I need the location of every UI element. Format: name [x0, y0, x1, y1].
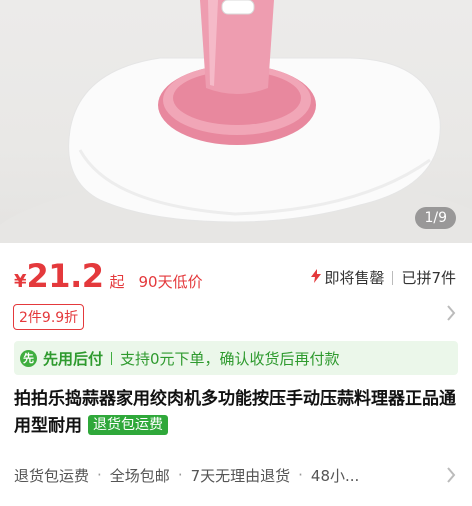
coupon-row[interactable]: 2件9.9折	[0, 301, 472, 335]
price-suffix: 起	[109, 273, 125, 291]
pay-later-label: 先用后付	[43, 349, 104, 368]
service-separator: ·	[97, 466, 102, 484]
sold-count: 已拼7件	[401, 269, 456, 287]
service-item: 48小...	[310, 466, 360, 485]
chevron-right-icon[interactable]	[446, 465, 456, 489]
product-title-text: 拍拍乐捣蒜器家用绞肉机多功能按压手动压蒜料理器正品通用型耐用	[14, 389, 456, 436]
service-separator: ·	[177, 466, 183, 484]
service-separator: ·	[298, 466, 303, 484]
low-price-label: 90天低价	[138, 273, 203, 291]
chevron-right-icon[interactable]	[446, 303, 456, 327]
service-item: 退货包运费	[14, 466, 90, 485]
pay-later-detail: 支持0元下单，确认收货后再付款	[120, 349, 340, 368]
bolt-icon	[311, 268, 322, 287]
divider	[392, 270, 394, 285]
product-image-gallery[interactable]: 1/9	[0, 0, 472, 243]
pay-later-icon: 先	[20, 349, 37, 367]
pay-later-banner[interactable]: 先 先用后付 支持0元下单，确认收货后再付款	[14, 341, 458, 375]
service-row[interactable]: 退货包运费 · 全场包邮 · 7天无理由退货 · 48小...	[14, 462, 458, 488]
divider	[111, 351, 113, 365]
price-section: ¥ 21.2 起 90天低价 即将售罄 已拼7件	[0, 243, 472, 301]
coupon-tag[interactable]: 2件9.9折	[13, 304, 85, 330]
price-display: ¥ 21.2 起 90天低价	[14, 257, 203, 295]
price-currency: ¥	[14, 271, 27, 292]
service-item: 7天无理由退货	[190, 466, 291, 485]
gallery-page-indicator: 1/9	[415, 207, 456, 229]
product-title: 拍拍乐捣蒜器家用绞肉机多功能按压手动压蒜料理器正品通用型耐用 退货包运费	[14, 386, 460, 440]
product-image	[0, 0, 472, 243]
return-badge: 退货包运费	[88, 415, 168, 435]
service-item: 全场包邮	[109, 466, 170, 485]
stock-status: 即将售罄	[324, 269, 385, 287]
stock-info: 即将售罄 已拼7件	[311, 267, 456, 288]
price-amount: 21.2	[26, 257, 104, 295]
